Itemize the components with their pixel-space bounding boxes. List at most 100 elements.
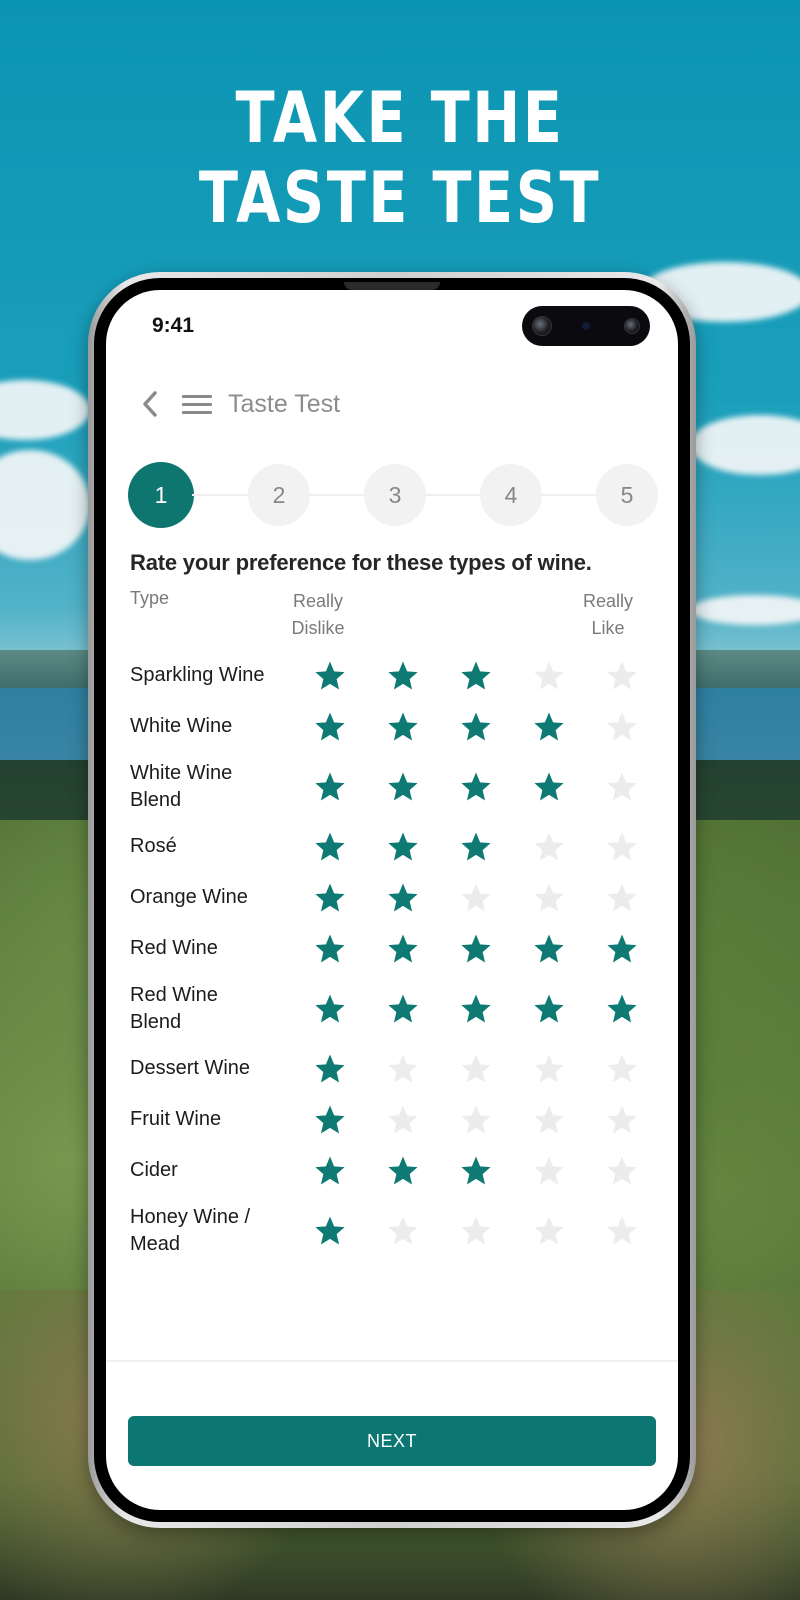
star-empty-icon[interactable] [585,827,658,867]
star-filled-icon[interactable] [439,767,512,807]
star-filled-icon[interactable] [293,989,366,1029]
wine-type-label-line1: Fruit Wine [130,1108,222,1130]
camera-lens-icon [624,318,640,334]
wine-type-label: Red Wine Blend [130,982,293,1036]
star-empty-icon[interactable] [512,1211,585,1251]
wine-type-label-line1: Cider [130,1159,178,1181]
star-filled-icon[interactable] [439,707,512,747]
step-connector [424,494,482,496]
star-filled-icon[interactable] [366,656,439,696]
hamburger-menu-icon[interactable] [182,394,212,414]
star-filled-icon[interactable] [512,929,585,969]
star-empty-icon[interactable] [512,1151,585,1191]
step-3[interactable]: 3 [364,464,426,526]
star-filled-icon[interactable] [585,929,658,969]
wine-rating-row: Sparkling Wine [130,650,658,701]
wine-type-label-line1: Rosé [130,835,177,857]
step-2[interactable]: 2 [248,464,310,526]
star-empty-icon[interactable] [439,878,512,918]
star-filled-icon[interactable] [366,929,439,969]
star-filled-icon[interactable] [293,656,366,696]
star-filled-icon[interactable] [293,767,366,807]
star-filled-icon[interactable] [366,878,439,918]
star-filled-icon[interactable] [512,767,585,807]
app-screen: 9:41 Taste Test 12345 Rate your preferen… [106,290,678,1510]
star-empty-icon[interactable] [512,1100,585,1140]
star-empty-icon[interactable] [585,1151,658,1191]
star-empty-icon[interactable] [439,1211,512,1251]
star-empty-icon[interactable] [585,1049,658,1089]
wine-type-label: Sparkling Wine [130,662,293,689]
camera-lens-icon [532,316,552,336]
step-connector [308,494,366,496]
really-like-line1: Really [582,591,634,611]
star-empty-icon[interactable] [366,1049,439,1089]
star-empty-icon[interactable] [512,827,585,867]
star-empty-icon[interactable] [585,707,658,747]
star-filled-icon[interactable] [293,707,366,747]
wine-type-label-line1: Red Wine [130,983,218,1006]
star-filled-icon[interactable] [439,1151,512,1191]
app-bar: Taste Test [136,384,658,424]
star-rating [293,1211,658,1251]
step-connector [540,494,598,496]
headline-line-2: TASTE TEST [198,157,602,239]
star-filled-icon[interactable] [439,929,512,969]
earpiece-speaker [344,282,440,290]
star-empty-icon[interactable] [585,1211,658,1251]
star-empty-icon[interactable] [366,1100,439,1140]
wine-type-label-line1: Honey Wine / [130,1205,251,1228]
star-filled-icon[interactable] [366,1151,439,1191]
star-filled-icon[interactable] [439,656,512,696]
star-filled-icon[interactable] [366,767,439,807]
really-dislike-line1: Really [292,591,344,611]
star-empty-icon[interactable] [439,1049,512,1089]
star-filled-icon[interactable] [366,989,439,1029]
star-empty-icon[interactable] [439,1100,512,1140]
question-text: Rate your preference for these types of … [130,550,592,575]
star-empty-icon[interactable] [366,1211,439,1251]
star-filled-icon[interactable] [366,827,439,867]
wine-rating-row: Dessert Wine [130,1043,658,1094]
wine-type-label-line2: Blend [130,1010,182,1033]
type-column-header: Type [130,588,170,608]
star-empty-icon[interactable] [512,878,585,918]
star-filled-icon[interactable] [293,929,366,969]
star-filled-icon[interactable] [366,707,439,747]
star-filled-icon[interactable] [293,1211,366,1251]
star-filled-icon[interactable] [512,989,585,1029]
cloud [690,595,800,625]
headline-line-1: TAKE THE [235,77,565,159]
camera-cutout [522,306,650,346]
back-button[interactable] [136,388,164,420]
star-empty-icon[interactable] [585,1100,658,1140]
star-filled-icon[interactable] [293,1049,366,1089]
cloud [0,380,90,440]
next-button[interactable]: NEXT [128,1416,656,1466]
star-rating [293,1151,658,1191]
star-empty-icon[interactable] [585,656,658,696]
step-4[interactable]: 4 [480,464,542,526]
star-filled-icon[interactable] [439,827,512,867]
wine-rating-row: Fruit Wine [130,1094,658,1145]
star-filled-icon[interactable] [293,1100,366,1140]
wine-type-label-line1: Sparkling Wine [130,664,265,686]
wine-rating-row: Orange Wine [130,872,658,923]
star-rating [293,878,658,918]
star-filled-icon[interactable] [293,1151,366,1191]
star-filled-icon[interactable] [512,707,585,747]
star-filled-icon[interactable] [293,827,366,867]
star-filled-icon[interactable] [439,989,512,1029]
wine-type-label: Fruit Wine [130,1106,293,1133]
phone-bezel: 9:41 Taste Test 12345 Rate your preferen… [94,278,690,1522]
step-5[interactable]: 5 [596,464,658,526]
star-filled-icon[interactable] [293,878,366,918]
star-empty-icon[interactable] [585,878,658,918]
star-empty-icon[interactable] [512,656,585,696]
wine-rating-row: Red Wine [130,923,658,974]
star-empty-icon[interactable] [585,767,658,807]
star-empty-icon[interactable] [512,1049,585,1089]
star-filled-icon[interactable] [585,989,658,1029]
wine-type-label: Cider [130,1157,293,1184]
step-1[interactable]: 1 [128,462,194,528]
